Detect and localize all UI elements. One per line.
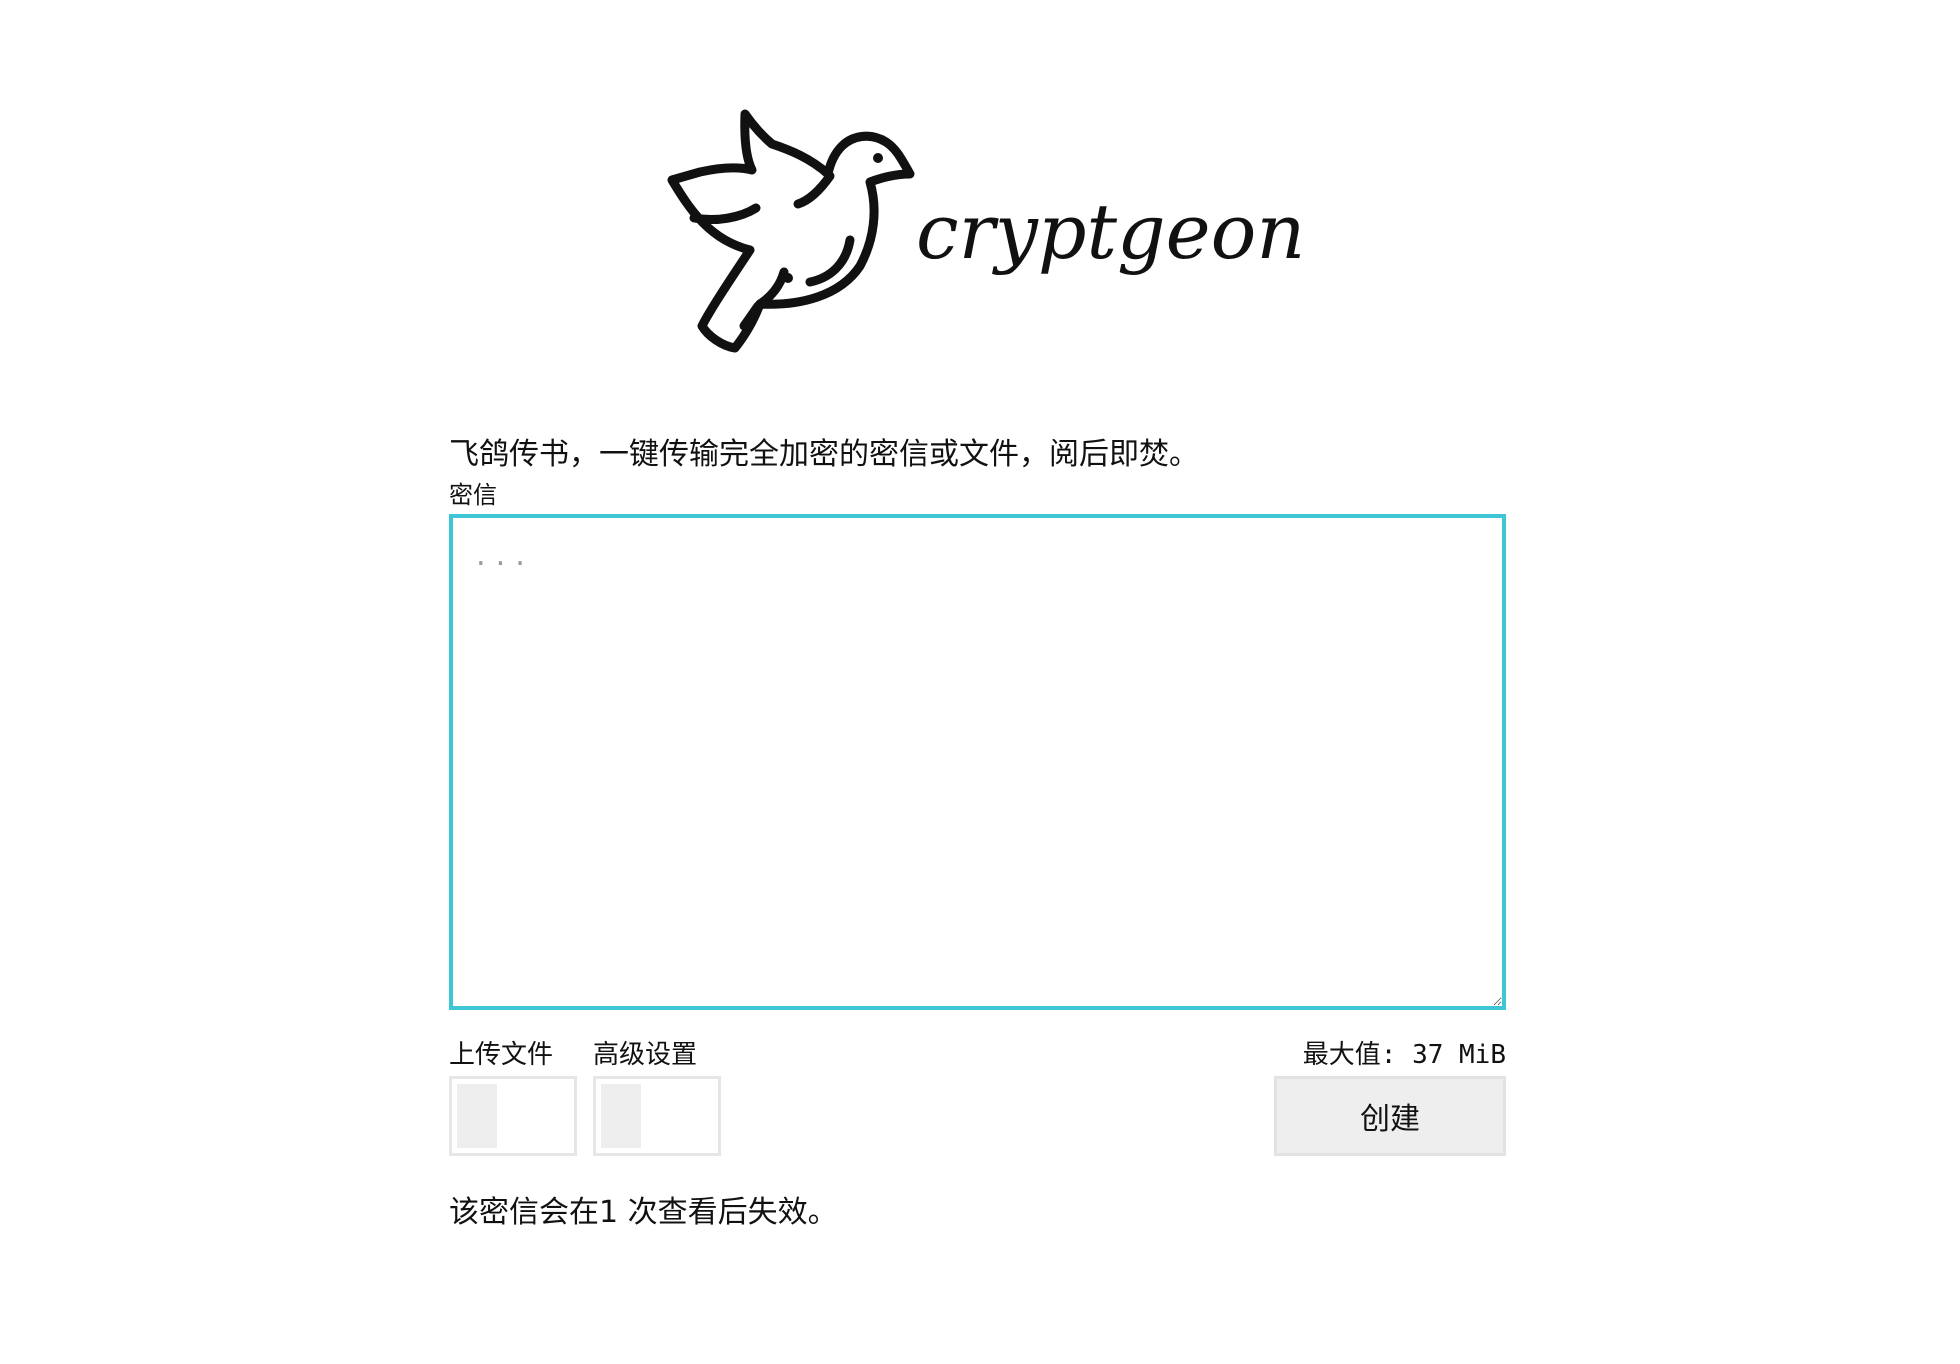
note-label: 密信 bbox=[449, 481, 497, 509]
note-textarea[interactable] bbox=[449, 514, 1506, 1010]
advanced-option: 高级设置 bbox=[593, 1038, 721, 1156]
form-controls: 上传文件 高级设置 最大值: 37 MiB 创建 bbox=[449, 1038, 1506, 1158]
upload-file-toggle[interactable] bbox=[449, 1076, 577, 1156]
logo-graphic: cryptgeon bbox=[667, 109, 1305, 353]
dove-dot-icon bbox=[783, 273, 793, 283]
advanced-toggle-knob bbox=[601, 1084, 641, 1148]
brand-wordmark: cryptgeon bbox=[916, 187, 1305, 276]
intro-text: 飞鸽传书，一键传输完全加密的密信或文件，阅后即焚。 bbox=[449, 437, 1199, 472]
create-button[interactable]: 创建 bbox=[1274, 1076, 1506, 1156]
dove-eye-icon bbox=[873, 153, 883, 163]
advanced-toggle[interactable] bbox=[593, 1076, 721, 1156]
upload-file-option: 上传文件 bbox=[449, 1038, 577, 1156]
dove-icon bbox=[667, 109, 915, 353]
note-form: 飞鸽传书，一键传输完全加密的密信或文件，阅后即焚。 密信 上传文件 高级设置 最… bbox=[449, 434, 1506, 1234]
upload-file-label: 上传文件 bbox=[449, 1040, 554, 1070]
upload-file-toggle-knob bbox=[457, 1084, 497, 1148]
advanced-label: 高级设置 bbox=[593, 1040, 698, 1070]
expiry-text: 该密信会在1 次查看后失效。 bbox=[449, 1195, 838, 1230]
max-size-text: 最大值: 37 MiB bbox=[1302, 1040, 1506, 1070]
logo: cryptgeon bbox=[660, 100, 1305, 370]
